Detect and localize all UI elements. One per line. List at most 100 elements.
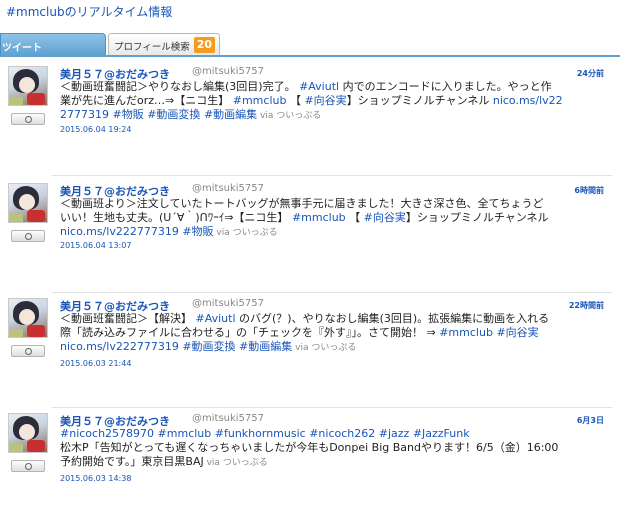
tweet-text-line: ＜動画班奮闘記＞やりなおし編集(3回目)完了。 #Aviutl 内でのエンコード… xyxy=(60,80,608,94)
avatar-ribbon xyxy=(27,93,45,105)
user-handle[interactable]: @mitsuki5757 xyxy=(192,298,264,309)
tweet-text-segment: 際「読み込みファイルに合わせる」の「チェックを『外す』」。さて開始！ ⇒ xyxy=(60,326,440,339)
tweet-timestamp[interactable]: 6月3日 xyxy=(577,415,604,426)
hashtag-link[interactable]: #向谷実 xyxy=(496,326,538,339)
tweet-date[interactable]: 2015.06.03 21:44 xyxy=(60,359,131,368)
circle-icon xyxy=(25,348,32,355)
tweet-text-line: 業が先に進んだorz…⇒【ニコ生】 #mmclub 【 #向谷実】ショップミノル… xyxy=(60,94,608,108)
tweet-text-line: nico.ms/lv222777319 #動画変換 #動画編集 via ついっぷ… xyxy=(60,340,608,355)
tab-bar: ツイート プロフィール検索 20 xyxy=(0,33,620,57)
avatar-ribbon xyxy=(27,325,45,337)
profile-count-badge: 20 xyxy=(193,37,215,53)
circle-icon xyxy=(25,463,32,470)
via-label: via xyxy=(260,111,277,121)
tweet-text-segment: いい！生地も丈夫。(ᑌ´∀｀)ᑎﾜｰｲ⇒【ニコ生】 xyxy=(60,211,292,224)
via-client: via ついっぷる xyxy=(292,343,356,353)
hashtag-link[interactable]: #mmclub xyxy=(233,94,287,107)
tweet-meta: 2015.06.03 14:38 xyxy=(60,474,131,483)
user-handle[interactable]: @mitsuki5757 xyxy=(192,183,264,194)
tweet-timestamp[interactable]: 24分前 xyxy=(577,68,604,79)
url-link[interactable]: 2777319 xyxy=(60,108,109,121)
tweet-date[interactable]: 2015.06.04 19:24 xyxy=(60,125,131,134)
circle-icon xyxy=(25,233,32,240)
url-link[interactable]: nico.ms/lv22 xyxy=(493,94,563,107)
hashtag-link[interactable]: #動画変換 xyxy=(147,108,200,121)
avatar[interactable] xyxy=(8,413,48,453)
tab-profile-search[interactable]: プロフィール検索 20 xyxy=(108,33,220,56)
tweet-item: 美月５７@おだみつき @mitsuki5757 6月3日 #nicoch2578970… xyxy=(0,413,612,519)
tab-profile-label: プロフィール検索 xyxy=(114,42,190,53)
avatar-face xyxy=(19,424,35,440)
url-link[interactable]: nico.ms/lv222777319 xyxy=(60,225,179,238)
hashtag-link[interactable]: #nicoch262 xyxy=(309,427,375,440)
hashtag-link[interactable]: #mmclub xyxy=(439,326,493,339)
tweet-item: 美月５７@おだみつき @mitsuki5757 24分前 ＜動画班奮闘記＞やりなおし編… xyxy=(0,66,612,176)
tweet-meta: 2015.06.03 21:44 xyxy=(60,359,131,368)
avatar-face xyxy=(19,77,35,93)
hashtag-link[interactable]: #JazzFunk xyxy=(413,427,470,440)
hashtag-link[interactable]: #向谷実 xyxy=(364,211,406,224)
hashtag-link[interactable]: #nicoch2578970 xyxy=(60,427,154,440)
tweet-timestamp[interactable]: 6時間前 xyxy=(574,185,604,196)
avatar-ribbon2 xyxy=(9,329,23,337)
hashtag-link[interactable]: #動画変換 xyxy=(182,340,235,353)
avatar-ribbon2 xyxy=(9,214,23,222)
avatar-face xyxy=(19,194,35,210)
avatar-ribbon2 xyxy=(9,97,23,105)
avatar[interactable] xyxy=(8,183,48,223)
tweet-text-segment: 予約開始です。」東京目黒BAJ xyxy=(60,455,204,468)
tweet-divider xyxy=(52,292,612,293)
tweet-action-button[interactable] xyxy=(11,113,45,125)
hashtag-link[interactable]: #Aviutl xyxy=(196,312,236,325)
tweet-text: #nicoch2578970 #mmclub #funkhornmusic #n… xyxy=(60,427,608,470)
tweet-text: ＜動画班奮闘記＞【解決】 #Aviutl のバグ(？)、やりなおし編集(3回目)… xyxy=(60,312,608,355)
tweet-date[interactable]: 2015.06.04 13:07 xyxy=(60,241,131,250)
tweet-date[interactable]: 2015.06.03 14:38 xyxy=(60,474,131,483)
tweet-action-button[interactable] xyxy=(11,230,45,242)
tweet-action-button[interactable] xyxy=(11,345,45,357)
tweet-timestamp[interactable]: 22時間前 xyxy=(569,300,604,311)
tweet-text-segment: のバグ(？)、やりなおし編集(3回目)。拡張編集に動画を入れる xyxy=(235,312,550,325)
avatar[interactable] xyxy=(8,66,48,106)
hashtag-link[interactable]: #Aviutl xyxy=(299,80,339,93)
tweet-text-segment: 【 xyxy=(345,211,364,224)
avatar-face xyxy=(19,309,35,325)
hashtag-link[interactable]: #mmclub xyxy=(158,427,212,440)
hashtag-link[interactable]: #動画編集 xyxy=(204,108,257,121)
url-link[interactable]: nico.ms/lv222777319 xyxy=(60,340,179,353)
hashtag-link[interactable]: #物販 xyxy=(113,108,144,121)
via-client: via ついっぷる xyxy=(214,228,278,238)
tweet-meta: 2015.06.04 13:07 xyxy=(60,241,131,250)
tweet-text-segment: ＜動画班より＞注文していたトートバッグが無事手元に届きました！大きさ深さ色、全て… xyxy=(60,197,544,210)
tweet-text-line: いい！生地も丈夫。(ᑌ´∀｀)ᑎﾜｰｲ⇒【ニコ生】 #mmclub 【 #向谷実… xyxy=(60,211,608,225)
tweet-text-line: ＜動画班より＞注文していたトートバッグが無事手元に届きました！大きさ深さ色、全て… xyxy=(60,197,608,211)
avatar-ribbon2 xyxy=(9,444,23,452)
via-label: via xyxy=(295,343,312,353)
client-link[interactable]: ついっぷる xyxy=(311,343,356,353)
tweet-text: ＜動画班より＞注文していたトートバッグが無事手元に届きました！大きさ深さ色、全て… xyxy=(60,197,608,240)
client-link[interactable]: ついっぷる xyxy=(233,228,278,238)
hashtag-link[interactable]: #向谷実 xyxy=(304,94,346,107)
hashtag-link[interactable]: #jazz xyxy=(379,427,410,440)
hashtag-link[interactable]: #物販 xyxy=(182,225,213,238)
via-label: via xyxy=(216,228,233,238)
hashtag-link[interactable]: #mmclub xyxy=(292,211,346,224)
circle-icon xyxy=(25,116,32,123)
hashtag-link[interactable]: #動画編集 xyxy=(239,340,292,353)
tweet-action-button[interactable] xyxy=(11,460,45,472)
client-link[interactable]: ついっぷる xyxy=(276,111,321,121)
user-handle[interactable]: @mitsuki5757 xyxy=(192,66,264,77)
user-handle[interactable]: @mitsuki5757 xyxy=(192,413,264,424)
client-link[interactable]: ついっぷる xyxy=(223,458,268,468)
tweet-text-line: nico.ms/lv222777319 #物販 via ついっぷる xyxy=(60,225,608,240)
tweet-text-line: #nicoch2578970 #mmclub #funkhornmusic #n… xyxy=(60,427,608,441)
via-client: via ついっぷる xyxy=(204,458,268,468)
tweet-text-segment: 松木P「告知がとっても遅くなっちゃいましたが今年もDonpei Big Band… xyxy=(60,441,559,454)
tweet-text: ＜動画班奮闘記＞やりなおし編集(3回目)完了。 #Aviutl 内でのエンコード… xyxy=(60,80,608,123)
hashtag-link[interactable]: #funkhornmusic xyxy=(215,427,306,440)
avatar[interactable] xyxy=(8,298,48,338)
tab-tweets[interactable]: ツイート xyxy=(0,33,106,57)
tweet-text-line: ＜動画班奮闘記＞【解決】 #Aviutl のバグ(？)、やりなおし編集(3回目)… xyxy=(60,312,608,326)
tweet-item: 美月５７@おだみつき @mitsuki5757 6時間前 ＜動画班より＞注文していたト… xyxy=(0,183,612,293)
tweet-text-segment: 】ショップミノルチャンネル xyxy=(346,94,493,107)
